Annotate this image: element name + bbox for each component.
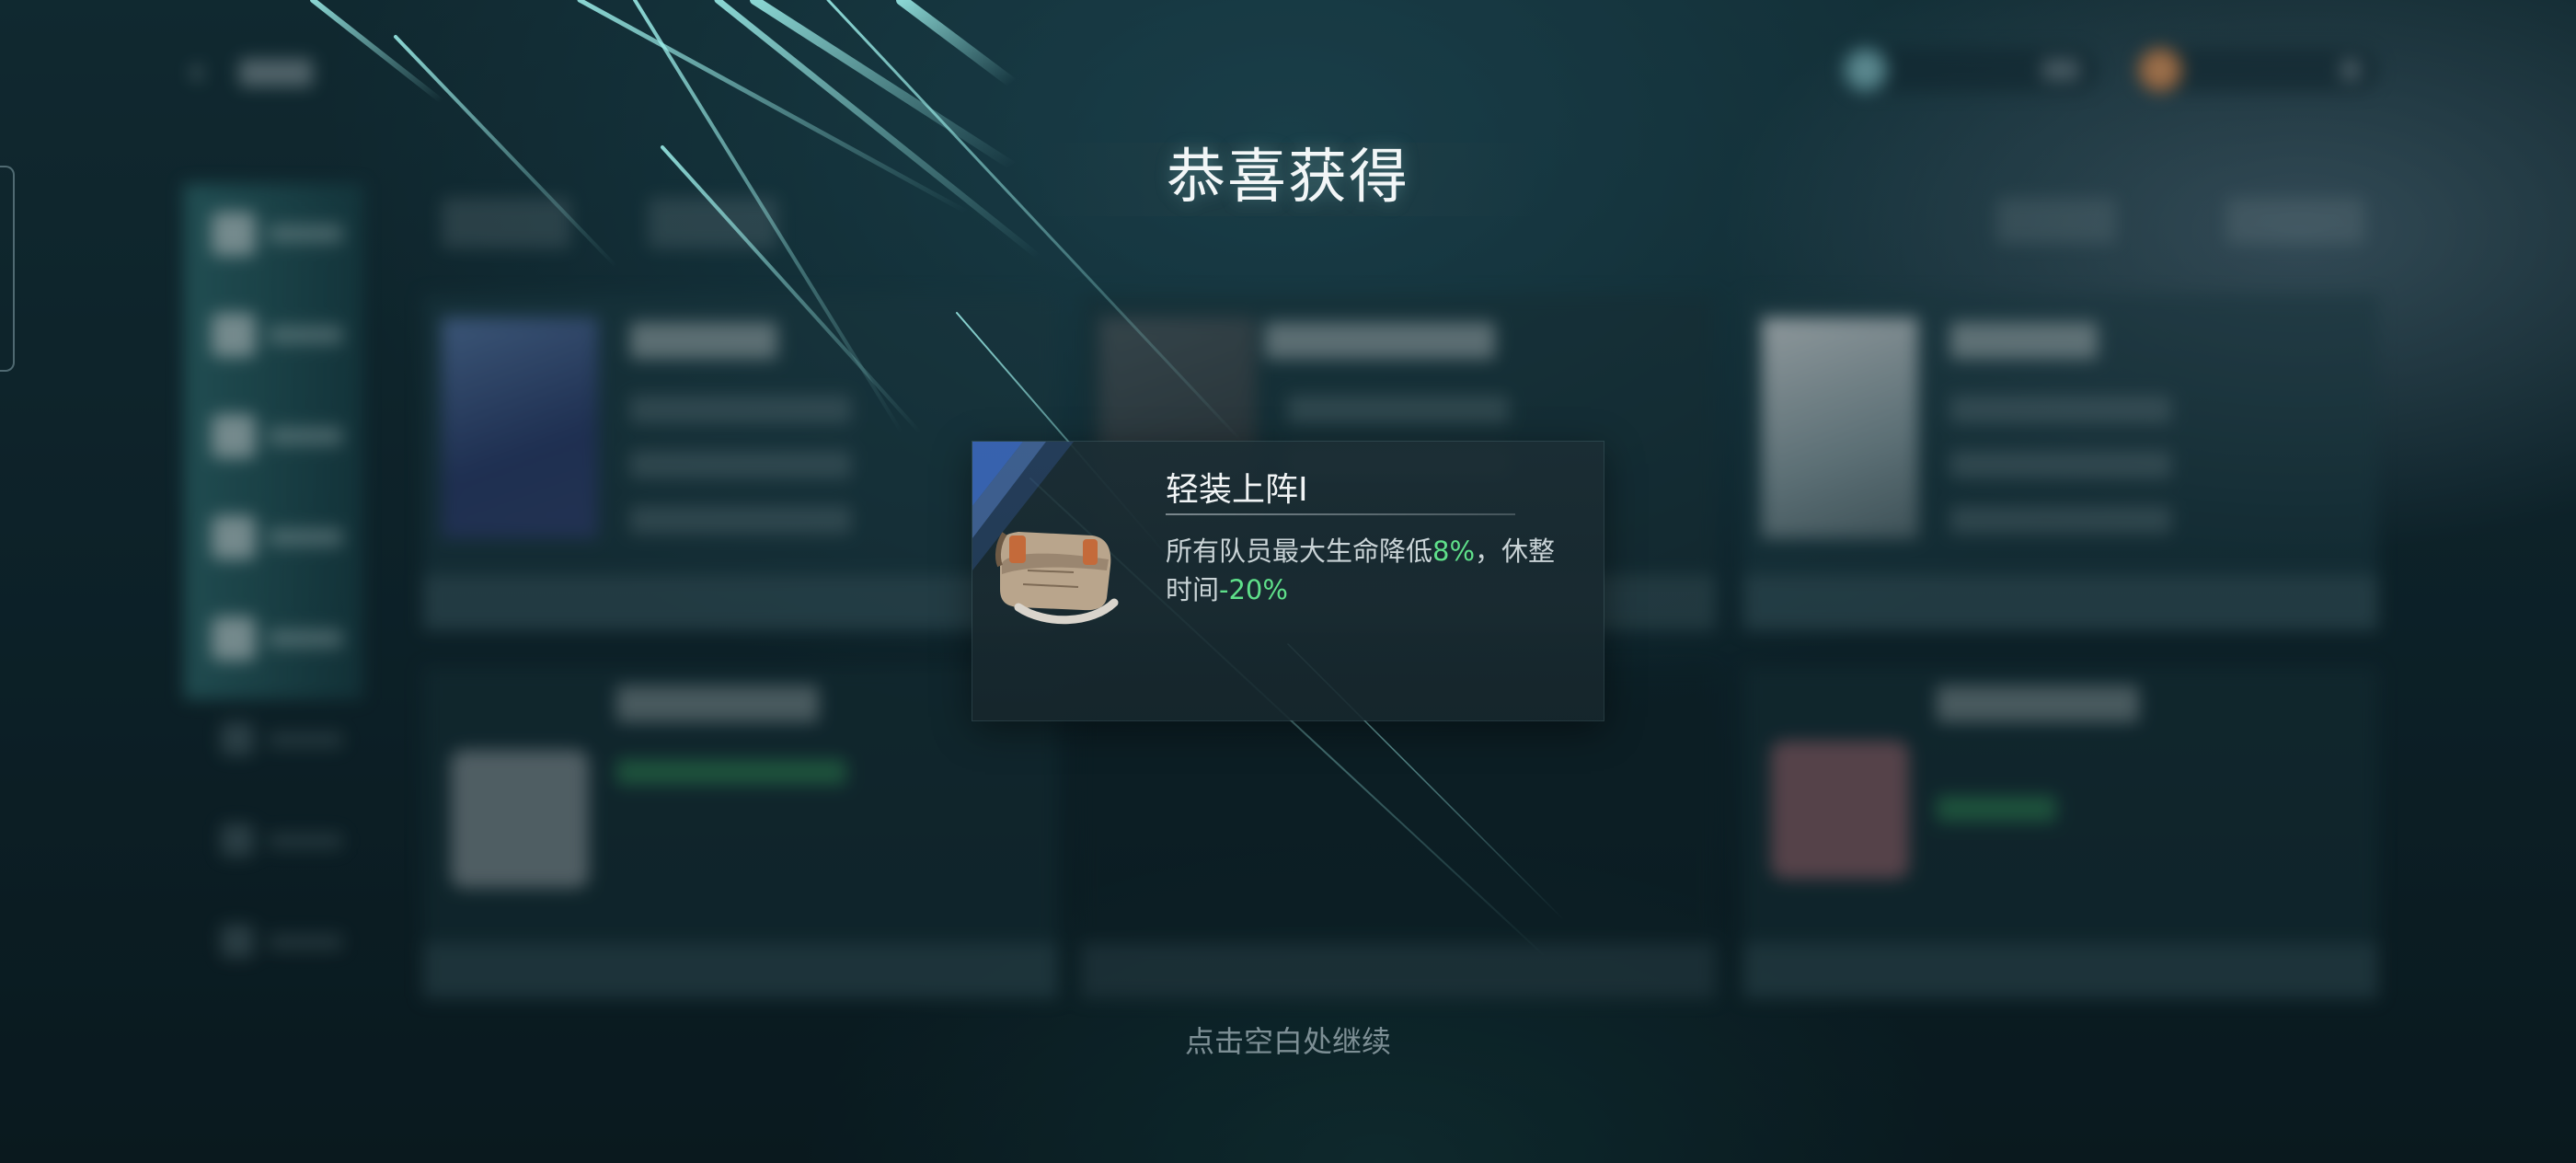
divider xyxy=(1166,513,1515,515)
desc-highlight-value: -20% xyxy=(1219,574,1288,605)
desc-highlight-value: 8% xyxy=(1432,535,1476,567)
continue-hint: 点击空白处继续 xyxy=(1184,1024,1391,1059)
shoulder-bag-icon xyxy=(995,532,1119,625)
edge-handle xyxy=(0,166,15,372)
reward-card: 轻装上阵I 所有队员最大生命降低8%，休整时间-20% xyxy=(972,442,1604,720)
popup-title: 恭喜获得 xyxy=(1167,144,1409,212)
desc-text: 所有队员最大生命降低 xyxy=(1166,535,1433,567)
reward-description: 所有队员最大生命降低8%，休整时间-20% xyxy=(1166,532,1570,615)
game-screen[interactable]: ‹ 恭喜获得 轻装上阵I 所有队员最大生命降低8%，休整时间-20% 点击空白处… xyxy=(0,0,2576,1163)
reward-name: 轻装上阵I xyxy=(1166,471,1308,509)
